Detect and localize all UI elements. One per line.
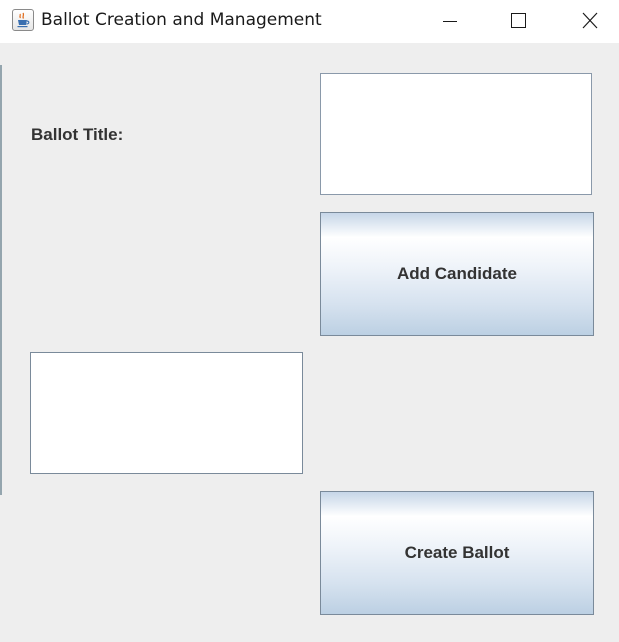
ballot-title-input[interactable] — [320, 73, 592, 195]
app-window: Ballot Creation and Management Ballot Ti… — [0, 0, 619, 642]
minimize-icon — [443, 21, 457, 22]
create-ballot-button[interactable]: Create Ballot — [320, 491, 594, 615]
add-candidate-button[interactable]: Add Candidate — [320, 212, 594, 336]
title-bar[interactable]: Ballot Creation and Management — [0, 0, 619, 43]
minimize-button[interactable] — [415, 0, 483, 43]
java-coffee-cup-icon[interactable] — [12, 9, 34, 31]
window-edge-shadow — [0, 65, 2, 495]
content-panel: Ballot Title: Add Candidate Create Ballo… — [0, 43, 619, 642]
window-title: Ballot Creation and Management — [41, 10, 322, 30]
close-icon — [582, 12, 598, 29]
close-button[interactable] — [551, 0, 619, 43]
ballot-title-label: Ballot Title: — [31, 125, 124, 144]
maximize-button[interactable] — [483, 0, 551, 43]
maximize-icon — [511, 13, 526, 28]
candidate-name-input[interactable] — [30, 352, 303, 474]
